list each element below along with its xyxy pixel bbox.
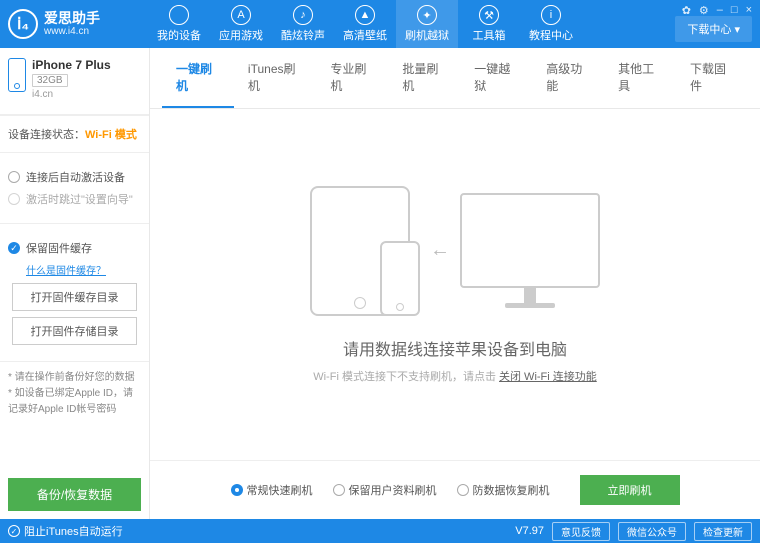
auto-activate-option[interactable]: 连接后自动激活设备	[8, 169, 141, 185]
feedback-button[interactable]: 意见反馈	[552, 522, 610, 541]
flash-options-bar: 常规快速刷机 保留用户资料刷机 防数据恢复刷机 立即刷机	[150, 460, 760, 519]
flash-now-button[interactable]: 立即刷机	[580, 475, 680, 505]
firmware-cache-section: ✓保留固件缓存 什么是固件缓存？ 打开固件缓存目录 打开固件存储目录	[0, 224, 149, 362]
check-update-button[interactable]: 检查更新	[694, 522, 752, 541]
opt-keep-data-flash[interactable]: 保留用户资料刷机	[333, 482, 437, 498]
connect-illustration: ←	[310, 186, 600, 316]
subtabs: 一键刷机 iTunes刷机 专业刷机 批量刷机 一键越狱 高级功能 其他工具 下…	[150, 48, 760, 109]
tab-jailbreak[interactable]: 一键越狱	[460, 48, 532, 108]
window-controls: ✿ ⚙ – □ ×	[682, 4, 752, 17]
activation-options: 连接后自动激活设备 激活时跳过"设置向导"	[0, 153, 149, 224]
connect-prompt-title: 请用数据线连接苹果设备到电脑	[343, 336, 567, 360]
keep-cache-option[interactable]: ✓保留固件缓存	[8, 240, 141, 256]
settings-icon[interactable]: ⚙	[699, 4, 709, 17]
tab-other-tools[interactable]: 其他工具	[604, 48, 676, 108]
open-cache-dir-button[interactable]: 打开固件缓存目录	[12, 283, 137, 311]
tab-download-fw[interactable]: 下载固件	[676, 48, 748, 108]
nav-flash[interactable]: ✦刷机越狱	[396, 0, 458, 48]
nav-tutorials[interactable]: i教程中心	[520, 0, 582, 48]
app-title: 爱思助手	[44, 11, 100, 26]
sidebar-notes: * 请在操作前备份好您的数据 * 如设备已绑定Apple ID，请记录好Appl…	[0, 362, 149, 478]
tools-icon: ⚒	[479, 5, 499, 25]
tab-oneclick-flash[interactable]: 一键刷机	[162, 48, 234, 108]
backup-restore-button[interactable]: 备份/恢复数据	[8, 478, 141, 511]
nav-toolbox[interactable]: ⚒工具箱	[458, 0, 520, 48]
device-source: i4.cn	[32, 89, 111, 100]
wifi-mode-label: Wi-Fi 模式	[85, 129, 137, 141]
tab-itunes-flash[interactable]: iTunes刷机	[234, 48, 317, 108]
device-name: iPhone 7 Plus	[32, 58, 111, 72]
nav-ringtones[interactable]: ♪酷炫铃声	[272, 0, 334, 48]
nav-apps[interactable]: A应用游戏	[210, 0, 272, 48]
radio-checked-icon	[231, 484, 243, 496]
close-icon[interactable]: ×	[746, 4, 752, 17]
tab-pro-flash[interactable]: 专业刷机	[316, 48, 388, 108]
bell-icon: ♪	[293, 5, 313, 25]
header-bar: ⅰ₄ 爱思助手 www.i4.cn 我的设备 A应用游戏 ♪酷炫铃声 ▲高清壁纸…	[0, 0, 760, 48]
logo-icon: ⅰ₄	[8, 9, 38, 39]
phone-outline-icon	[380, 241, 420, 316]
opt-normal-flash[interactable]: 常规快速刷机	[231, 482, 313, 498]
primary-nav: 我的设备 A应用游戏 ♪酷炫铃声 ▲高清壁纸 ✦刷机越狱 ⚒工具箱 i教程中心	[148, 0, 675, 48]
cache-help-link[interactable]: 什么是固件缓存？	[26, 262, 141, 277]
wechat-button[interactable]: 微信公众号	[618, 522, 686, 541]
radio-icon	[457, 484, 469, 496]
block-itunes-toggle[interactable]: ✓ 阻止iTunes自动运行	[8, 523, 123, 539]
sidebar: iPhone 7 Plus 32GB i4.cn 设备连接状态：Wi-Fi 模式…	[0, 48, 150, 519]
image-icon: ▲	[355, 5, 375, 25]
nav-my-device[interactable]: 我的设备	[148, 0, 210, 48]
radio-icon	[333, 484, 345, 496]
content-area: ← 请用数据线连接苹果设备到电脑 Wi-Fi 模式连接下不支持刷机，请点击 关闭…	[150, 109, 760, 460]
apple-icon	[169, 5, 189, 25]
app-icon: A	[231, 5, 251, 25]
phone-icon	[8, 58, 26, 92]
maximize-icon[interactable]: □	[731, 4, 738, 17]
info-icon: i	[541, 5, 561, 25]
opt-anti-recovery-flash[interactable]: 防数据恢复刷机	[457, 482, 550, 498]
main-panel: 一键刷机 iTunes刷机 专业刷机 批量刷机 一键越狱 高级功能 其他工具 下…	[150, 48, 760, 519]
arrow-icon: ←	[430, 239, 450, 262]
monitor-icon	[460, 193, 600, 308]
device-capacity: 32GB	[32, 74, 68, 87]
disable-wifi-link[interactable]: 关闭 Wi-Fi 连接功能	[499, 371, 597, 383]
check-icon: ✓	[8, 525, 20, 537]
status-bar: ✓ 阻止iTunes自动运行 V7.97 意见反馈 微信公众号 检查更新	[0, 519, 760, 543]
minimize-icon[interactable]: –	[717, 4, 723, 17]
version-label: V7.97	[515, 525, 544, 537]
box-icon: ✦	[417, 5, 437, 25]
checked-icon: ✓	[8, 242, 20, 254]
skip-setup-option[interactable]: 激活时跳过"设置向导"	[8, 191, 141, 207]
app-url: www.i4.cn	[44, 26, 100, 37]
nav-wallpapers[interactable]: ▲高清壁纸	[334, 0, 396, 48]
download-center-button[interactable]: 下载中心 ▾	[675, 16, 752, 42]
device-card[interactable]: iPhone 7 Plus 32GB i4.cn	[0, 48, 149, 115]
radio-icon	[8, 171, 20, 183]
connect-prompt-sub: Wi-Fi 模式连接下不支持刷机，请点击 关闭 Wi-Fi 连接功能	[313, 368, 597, 384]
connection-status: 设备连接状态：Wi-Fi 模式	[0, 115, 149, 153]
open-storage-dir-button[interactable]: 打开固件存储目录	[12, 317, 137, 345]
theme-icon[interactable]: ✿	[682, 4, 691, 17]
tab-batch-flash[interactable]: 批量刷机	[388, 48, 460, 108]
logo: ⅰ₄ 爱思助手 www.i4.cn	[8, 9, 148, 39]
radio-icon	[8, 193, 20, 205]
tab-advanced[interactable]: 高级功能	[532, 48, 604, 108]
